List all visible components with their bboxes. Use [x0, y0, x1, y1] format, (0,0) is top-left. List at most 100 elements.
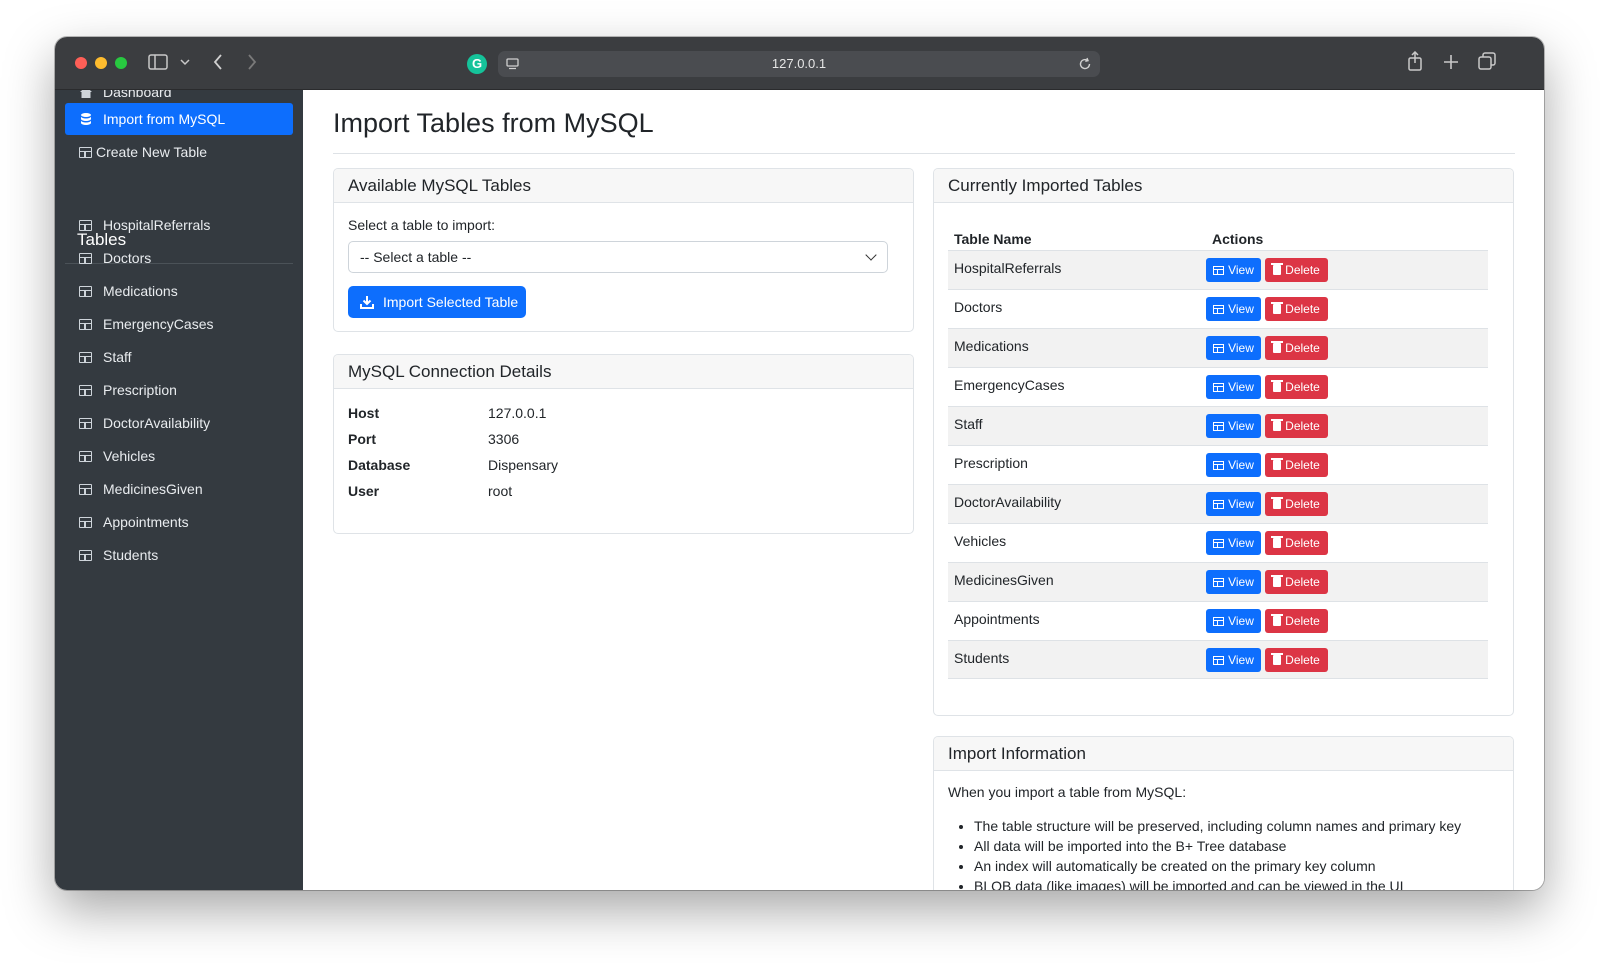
view-button[interactable]: View [1206, 492, 1261, 516]
view-button[interactable]: View [1206, 414, 1261, 438]
close-window-button[interactable] [75, 57, 87, 69]
sidebar-item-table[interactable]: Vehicles [65, 440, 293, 472]
view-button[interactable]: View [1206, 297, 1261, 321]
table-icon [79, 351, 92, 363]
available-tables-card: Available MySQL Tables Select a table to… [333, 168, 914, 332]
delete-button[interactable]: Delete [1265, 648, 1328, 672]
sidebar-item-table[interactable]: EmergencyCases [65, 308, 293, 340]
table-row: Prescription View Delete [948, 445, 1488, 484]
card-header: MySQL Connection Details [334, 355, 913, 389]
table-icon [1213, 655, 1225, 665]
view-button[interactable]: View [1206, 336, 1261, 360]
grammarly-extension-icon[interactable]: G [467, 54, 487, 74]
sidebar-item-table[interactable]: DoctorAvailability [65, 407, 293, 439]
delete-button[interactable]: Delete [1265, 375, 1328, 399]
table-name: Medications [954, 338, 1029, 354]
button-label: Delete [1285, 263, 1320, 277]
table-row: Students View Delete [948, 640, 1488, 679]
table-name: Vehicles [954, 533, 1007, 549]
share-icon[interactable] [1407, 51, 1423, 71]
button-label: Delete [1285, 302, 1320, 316]
card-header: Import Information [934, 737, 1513, 771]
view-button[interactable]: View [1206, 570, 1261, 594]
delete-button[interactable]: Delete [1265, 258, 1328, 282]
minimize-window-button[interactable] [95, 57, 107, 69]
info-intro: When you import a table from MySQL: [948, 784, 1187, 800]
sidebar-item-label: Staff [103, 349, 132, 365]
trash-icon [1271, 614, 1284, 626]
sidebar-item-label: Medications [103, 283, 178, 299]
address-bar[interactable]: 127.0.0.1 [498, 51, 1100, 77]
sidebar-item-import-from-mysql[interactable]: Import from MySQL [65, 103, 293, 135]
table-row: Medications View Delete [948, 328, 1488, 367]
forward-icon[interactable] [247, 54, 257, 70]
tab-overview-icon[interactable] [1478, 52, 1496, 70]
reload-icon[interactable] [1078, 57, 1092, 71]
table-icon [79, 146, 92, 158]
delete-button[interactable]: Delete [1265, 453, 1328, 477]
table-icon [1213, 577, 1225, 587]
sidebar: Dashboard Import from MySQL Create New T… [55, 90, 303, 890]
sidebar-item-label: Doctors [103, 250, 152, 266]
connection-details-card: MySQL Connection Details Host 127.0.0.1 … [333, 354, 914, 534]
delete-button[interactable]: Delete [1265, 336, 1328, 360]
home-icon [80, 90, 92, 98]
sidebar-item-table[interactable]: HospitalReferrals [65, 209, 293, 241]
import-selected-table-button[interactable]: Import Selected Table [348, 286, 526, 318]
sidebar-item-table[interactable]: Staff [65, 341, 293, 373]
sidebar-item-table[interactable]: Students [65, 539, 293, 571]
sidebar-toggle-icon[interactable] [148, 54, 168, 70]
sidebar-item-label: DoctorAvailability [103, 415, 211, 431]
sidebar-item-label: Create New Table [96, 144, 208, 160]
sidebar-item-table[interactable]: Doctors [65, 242, 293, 274]
sidebar-item-table[interactable]: MedicinesGiven [65, 473, 293, 505]
table-name: MedicinesGiven [954, 572, 1054, 588]
back-icon[interactable] [213, 54, 223, 70]
button-label: View [1228, 341, 1254, 355]
button-label: View [1228, 536, 1254, 550]
chevron-down-icon[interactable] [180, 58, 190, 66]
table-row: Appointments View Delete [948, 601, 1488, 640]
view-button[interactable]: View [1206, 609, 1261, 633]
user-label: User [348, 483, 380, 499]
button-label: Delete [1285, 458, 1320, 472]
view-button[interactable]: View [1206, 258, 1261, 282]
button-label: Import Selected Table [383, 294, 519, 310]
page-settings-icon[interactable] [506, 58, 519, 70]
table-select[interactable]: -- Select a table -- [348, 241, 888, 273]
delete-button[interactable]: Delete [1265, 492, 1328, 516]
delete-button[interactable]: Delete [1265, 609, 1328, 633]
view-button[interactable]: View [1206, 375, 1261, 399]
view-button[interactable]: View [1206, 531, 1261, 555]
button-label: View [1228, 497, 1254, 511]
table-name: Doctors [954, 299, 1003, 315]
sidebar-item-table[interactable]: Medications [65, 275, 293, 307]
table-icon [1213, 460, 1225, 470]
delete-button[interactable]: Delete [1265, 297, 1328, 321]
list-item: The table structure will be preserved, i… [974, 816, 1461, 836]
button-label: View [1228, 263, 1254, 277]
sidebar-item-table[interactable]: Appointments [65, 506, 293, 538]
button-label: View [1228, 458, 1254, 472]
table-icon [1213, 538, 1225, 548]
button-label: Delete [1285, 575, 1320, 589]
download-icon [360, 296, 374, 309]
sidebar-item-table[interactable]: Prescription [65, 374, 293, 406]
table-icon [79, 483, 92, 495]
sidebar-item-create-new-table[interactable]: Create New Table [65, 136, 293, 168]
main-content: Import Tables from MySQL Available MySQL… [303, 90, 1544, 890]
delete-button[interactable]: Delete [1265, 414, 1328, 438]
delete-button[interactable]: Delete [1265, 531, 1328, 555]
title-divider [333, 153, 1515, 154]
view-button[interactable]: View [1206, 453, 1261, 477]
new-tab-icon[interactable] [1443, 54, 1459, 70]
host-value: 127.0.0.1 [488, 405, 547, 421]
zoom-window-button[interactable] [115, 57, 127, 69]
trash-icon [1271, 653, 1284, 665]
sidebar-item-label: Import from MySQL [103, 111, 226, 127]
table-row: Vehicles View Delete [948, 523, 1488, 562]
button-label: Delete [1285, 380, 1320, 394]
delete-button[interactable]: Delete [1265, 570, 1328, 594]
imported-tables-card: Currently Imported Tables Table Name Act… [933, 168, 1514, 716]
view-button[interactable]: View [1206, 648, 1261, 672]
